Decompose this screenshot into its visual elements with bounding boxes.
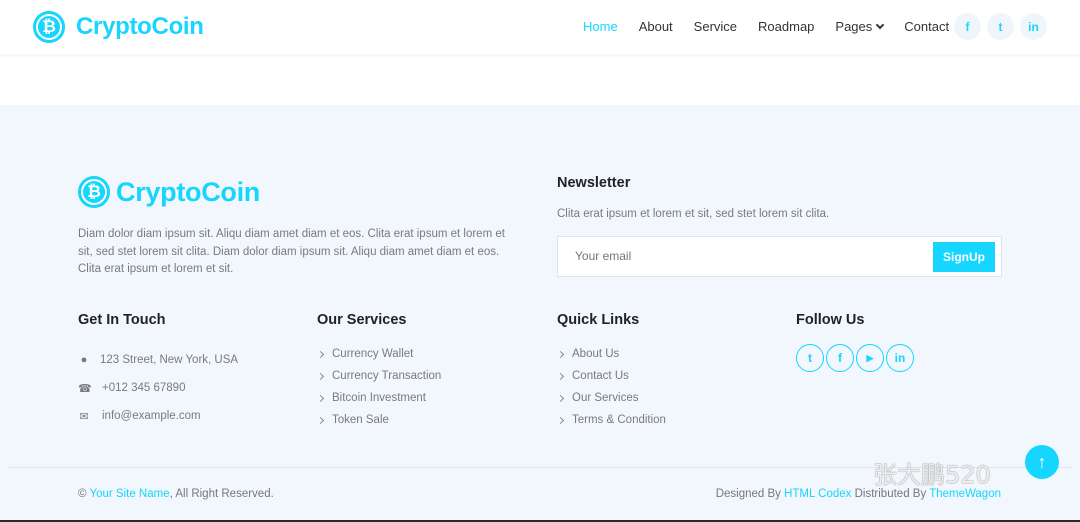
nav-link-about[interactable]: About [639, 19, 673, 34]
site-name-link[interactable]: Your Site Name [89, 488, 169, 500]
service-link-label: Currency Wallet [332, 348, 414, 360]
service-link[interactable]: Bitcoin Investment [316, 387, 441, 409]
twitter-icon[interactable]: t [796, 344, 824, 372]
copyright: © Your Site Name, All Right Reserved. [78, 488, 274, 500]
chevron-right-icon [556, 394, 565, 402]
nav-link-service[interactable]: Service [694, 19, 737, 34]
html-codex-link[interactable]: HTML Codex [784, 488, 851, 500]
service-link-label: Bitcoin Investment [332, 392, 426, 404]
youtube-icon[interactable]: ▶ [856, 344, 884, 372]
linkedin-icon[interactable]: in [886, 344, 914, 372]
phone-icon: ☎ [78, 382, 92, 395]
quick-links-title: Quick Links [557, 312, 640, 328]
nav-link-contact[interactable]: Contact [904, 19, 949, 34]
service-link[interactable]: Currency Transaction [316, 365, 442, 387]
contact-phone: ☎ +012 345 67890 [78, 374, 238, 402]
chevron-right-icon [556, 416, 565, 424]
bitcoin-icon: ₿ [78, 176, 110, 208]
contact-address: ● 123 Street, New York, USA [78, 346, 238, 374]
newsletter-title: Newsletter [557, 175, 631, 191]
nav-social: f t in [954, 13, 1053, 40]
envelope-icon: ✉ [79, 410, 89, 423]
chevron-right-icon [316, 350, 325, 358]
quick-link[interactable]: Terms & Condition [556, 409, 666, 431]
service-link-label: Currency Transaction [332, 370, 442, 382]
service-link-label: Token Sale [332, 414, 389, 426]
bitcoin-icon: ₿ [33, 11, 65, 43]
contact-address-text: 123 Street, New York, USA [100, 354, 239, 366]
quick-link[interactable]: Our Services [556, 387, 666, 409]
service-link[interactable]: Token Sale [316, 409, 441, 431]
chevron-down-icon [876, 20, 885, 30]
designed-by-prefix: Designed By [715, 488, 785, 500]
chevron-right-icon [556, 350, 565, 358]
nav-link-home[interactable]: Home [583, 19, 618, 34]
quick-link-label: Terms & Condition [572, 414, 666, 426]
facebook-icon[interactable]: f [954, 13, 981, 40]
newsletter-text: Clita erat ipsum et lorem et sit, sed st… [557, 208, 830, 220]
nav-menu: Home About Service Roadmap Pages Contact [583, 19, 970, 34]
our-services-title: Our Services [317, 312, 407, 328]
quick-links-list: About Us Contact Us Our Services Terms &… [556, 343, 666, 431]
watermark-text: 张大鹏520 [873, 461, 991, 489]
get-in-touch-title: Get In Touch [78, 312, 166, 328]
footer-brand[interactable]: ₿ CryptoCoin [78, 176, 260, 208]
chevron-right-icon [556, 372, 565, 380]
facebook-icon[interactable]: f [826, 344, 854, 372]
signup-button[interactable]: SignUp [933, 242, 995, 272]
services-list: Currency Wallet Currency Transaction Bit… [316, 343, 442, 431]
arrow-up-icon: ↑ [1037, 451, 1047, 472]
brand-name: CryptoCoin [76, 13, 204, 40]
nav-link-pages[interactable]: Pages [835, 19, 885, 34]
contact-phone-text: +012 345 67890 [102, 382, 186, 394]
footer-brand-name: CryptoCoin [116, 176, 260, 207]
nav-link-pages-label: Pages [835, 19, 873, 34]
newsletter-form: SignUp [557, 236, 1002, 277]
brand-logo[interactable]: ₿ CryptoCoin [33, 11, 204, 43]
chevron-right-icon [316, 416, 325, 424]
quick-link-label: Our Services [572, 392, 639, 404]
quick-link-label: About Us [572, 348, 620, 360]
map-marker-icon: ● [80, 354, 88, 366]
contact-email-text: info@example.com [102, 410, 201, 422]
quick-link[interactable]: About Us [556, 343, 666, 365]
chevron-right-icon [316, 394, 325, 402]
contact-list: ● 123 Street, New York, USA ☎ +012 345 6… [78, 346, 238, 430]
quick-link[interactable]: Contact Us [556, 365, 666, 387]
copyright-suffix: , All Right Reserved. [169, 488, 274, 500]
nav-link-roadmap[interactable]: Roadmap [758, 19, 814, 34]
service-link[interactable]: Currency Wallet [316, 343, 441, 365]
follow-us-social: t f ▶ in [796, 344, 916, 372]
contact-email: ✉ info@example.com [78, 402, 238, 430]
email-input[interactable] [575, 249, 875, 263]
linkedin-icon[interactable]: in [1020, 13, 1047, 40]
navbar: ₿ CryptoCoin Home About Service Roadmap … [0, 0, 1080, 54]
follow-us-title: Follow Us [796, 312, 865, 328]
back-to-top-button[interactable]: ↑ [1025, 445, 1059, 479]
chevron-right-icon [316, 372, 325, 380]
copyright-prefix: © [78, 488, 90, 500]
quick-link-label: Contact Us [572, 370, 629, 382]
twitter-icon[interactable]: t [987, 13, 1014, 40]
footer-about-text: Diam dolor diam ipsum sit. Aliqu diam am… [78, 228, 505, 275]
